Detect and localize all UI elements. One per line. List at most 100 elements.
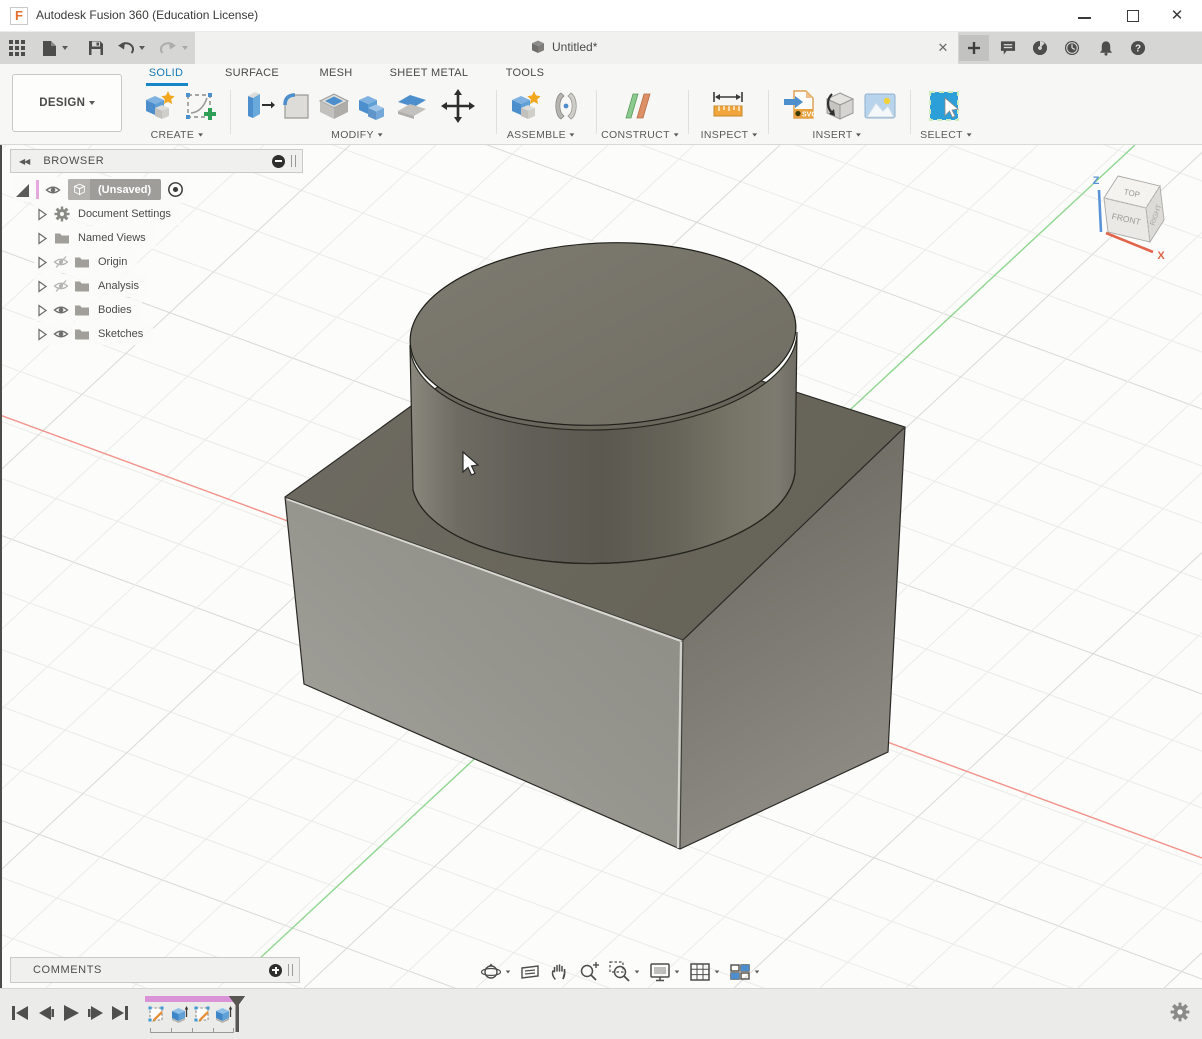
move-button[interactable] xyxy=(440,88,476,124)
tab-mesh[interactable]: MESH xyxy=(320,67,353,79)
expand-icon[interactable] xyxy=(34,254,50,270)
viewports-caret[interactable] xyxy=(755,971,760,974)
joint-button[interactable] xyxy=(548,88,584,124)
viewcube[interactable]: TOP FRONT RIGHT Z X xyxy=(1085,160,1195,270)
insert-svg-button[interactable]: SVG xyxy=(782,88,818,124)
undo-caret[interactable] xyxy=(139,46,145,50)
root-activate-radio[interactable] xyxy=(167,181,184,198)
group-label-select[interactable]: SELECT xyxy=(920,129,972,141)
browser-item-sketches[interactable]: Sketches xyxy=(34,322,153,345)
timeline-group-bar[interactable] xyxy=(145,996,235,1002)
group-label-inspect[interactable]: INSPECT xyxy=(701,129,758,141)
maximize-button[interactable] xyxy=(1118,4,1148,28)
display-settings-button[interactable] xyxy=(649,961,680,983)
browser-grip[interactable] xyxy=(291,155,296,167)
timeline-sketch-1[interactable] xyxy=(147,1003,167,1025)
root-expand-icon[interactable] xyxy=(14,182,30,198)
timeline-extrude-1[interactable] xyxy=(170,1003,190,1025)
group-label-insert[interactable]: INSERT xyxy=(812,129,861,141)
tab-sheet-metal[interactable]: SHEET METAL xyxy=(390,67,469,79)
tab-surface[interactable]: SURFACE xyxy=(225,67,279,79)
play-button[interactable] xyxy=(61,1003,81,1023)
help-icon[interactable]: ? xyxy=(1130,40,1146,56)
browser-collapse-icon[interactable]: ◀◀ xyxy=(19,157,29,166)
model-body[interactable] xyxy=(285,235,905,849)
expand-icon[interactable] xyxy=(34,326,50,342)
shell-button[interactable] xyxy=(316,88,352,124)
step-back-button[interactable] xyxy=(36,1003,56,1023)
document-tab-close-icon[interactable]: ✕ xyxy=(935,40,951,56)
canvas-button[interactable] xyxy=(862,88,898,124)
offset-face-button[interactable] xyxy=(394,88,430,124)
root-document-chip[interactable]: (Unsaved) xyxy=(68,179,161,200)
visibility-on-icon[interactable] xyxy=(53,326,69,342)
go-to-end-button[interactable] xyxy=(110,1003,130,1023)
tab-tools[interactable]: TOOLS xyxy=(506,67,545,79)
minimize-button[interactable] xyxy=(1070,4,1100,28)
zoom-window-caret[interactable] xyxy=(635,971,640,974)
document-tab[interactable]: Untitled* ✕ xyxy=(195,32,958,64)
timeline-sketch-2[interactable] xyxy=(193,1003,213,1025)
root-visibility-eye-icon[interactable] xyxy=(45,182,61,198)
browser-panel-header[interactable]: ◀◀ BROWSER xyxy=(10,149,303,173)
create-primitive-button[interactable] xyxy=(140,88,176,124)
measure-button[interactable] xyxy=(710,88,746,124)
notifications-icon[interactable] xyxy=(1098,40,1114,56)
new-component-button[interactable] xyxy=(506,88,542,124)
viewport-canvas[interactable] xyxy=(0,145,1202,988)
expand-icon[interactable] xyxy=(34,278,50,294)
display-settings-caret[interactable] xyxy=(675,971,680,974)
redo-caret[interactable] xyxy=(182,46,188,50)
new-tab-button[interactable] xyxy=(959,35,989,61)
orbit-caret[interactable] xyxy=(506,971,511,974)
fillet-button[interactable] xyxy=(278,88,314,124)
expand-icon[interactable] xyxy=(34,302,50,318)
expand-icon[interactable] xyxy=(34,230,50,246)
expand-icon[interactable] xyxy=(34,206,50,222)
feedback-icon[interactable] xyxy=(1000,40,1016,56)
job-status-icon[interactable] xyxy=(1064,40,1080,56)
insert-mesh-button[interactable] xyxy=(822,88,858,124)
grid-display-button[interactable] xyxy=(689,961,720,983)
select-button[interactable] xyxy=(926,88,962,124)
grid-display-caret[interactable] xyxy=(715,971,720,974)
press-pull-button[interactable] xyxy=(240,88,276,124)
redo-button[interactable] xyxy=(160,40,177,56)
comments-panel-header[interactable]: COMMENTS xyxy=(10,957,300,983)
zoom-button[interactable] xyxy=(578,961,600,983)
extensions-icon[interactable] xyxy=(1032,40,1048,56)
create-sketch-button[interactable] xyxy=(182,88,218,124)
look-at-button[interactable] xyxy=(520,962,540,982)
group-label-create[interactable]: CREATE xyxy=(151,129,204,141)
save-button[interactable] xyxy=(88,40,104,56)
workspace-selector-button[interactable]: DESIGN xyxy=(12,74,122,132)
browser-item-origin[interactable]: Origin xyxy=(34,250,137,273)
pan-button[interactable] xyxy=(549,962,569,982)
combine-button[interactable] xyxy=(354,88,390,124)
browser-item-named-views[interactable]: Named Views xyxy=(34,226,156,249)
zoom-window-button[interactable] xyxy=(609,961,640,983)
browser-root-row[interactable]: (Unsaved) xyxy=(14,177,190,202)
close-button[interactable]: ✕ xyxy=(1162,4,1192,28)
apps-grid-button[interactable] xyxy=(9,40,26,57)
browser-item-bodies[interactable]: Bodies xyxy=(34,298,142,321)
group-label-construct[interactable]: CONSTRUCT xyxy=(601,129,679,141)
viewports-button[interactable] xyxy=(729,961,760,983)
construct-plane-button[interactable] xyxy=(620,88,656,124)
comments-add-icon[interactable] xyxy=(269,964,282,977)
comments-grip[interactable] xyxy=(288,964,293,976)
browser-minus-icon[interactable] xyxy=(272,155,285,168)
group-label-modify[interactable]: MODIFY xyxy=(331,129,383,141)
undo-button[interactable] xyxy=(117,40,134,56)
tab-solid[interactable]: SOLID xyxy=(149,67,184,79)
visibility-off-icon[interactable] xyxy=(53,278,69,294)
visibility-off-icon[interactable] xyxy=(53,254,69,270)
group-label-assemble[interactable]: ASSEMBLE xyxy=(507,129,575,141)
timeline-settings-gear-icon[interactable] xyxy=(1170,1002,1190,1022)
new-file-button[interactable] xyxy=(42,40,57,57)
visibility-on-icon[interactable] xyxy=(53,302,69,318)
browser-item-document-settings[interactable]: Document Settings xyxy=(34,202,181,225)
new-file-caret[interactable] xyxy=(62,46,68,50)
browser-item-analysis[interactable]: Analysis xyxy=(34,274,149,297)
orbit-button[interactable] xyxy=(480,961,511,983)
